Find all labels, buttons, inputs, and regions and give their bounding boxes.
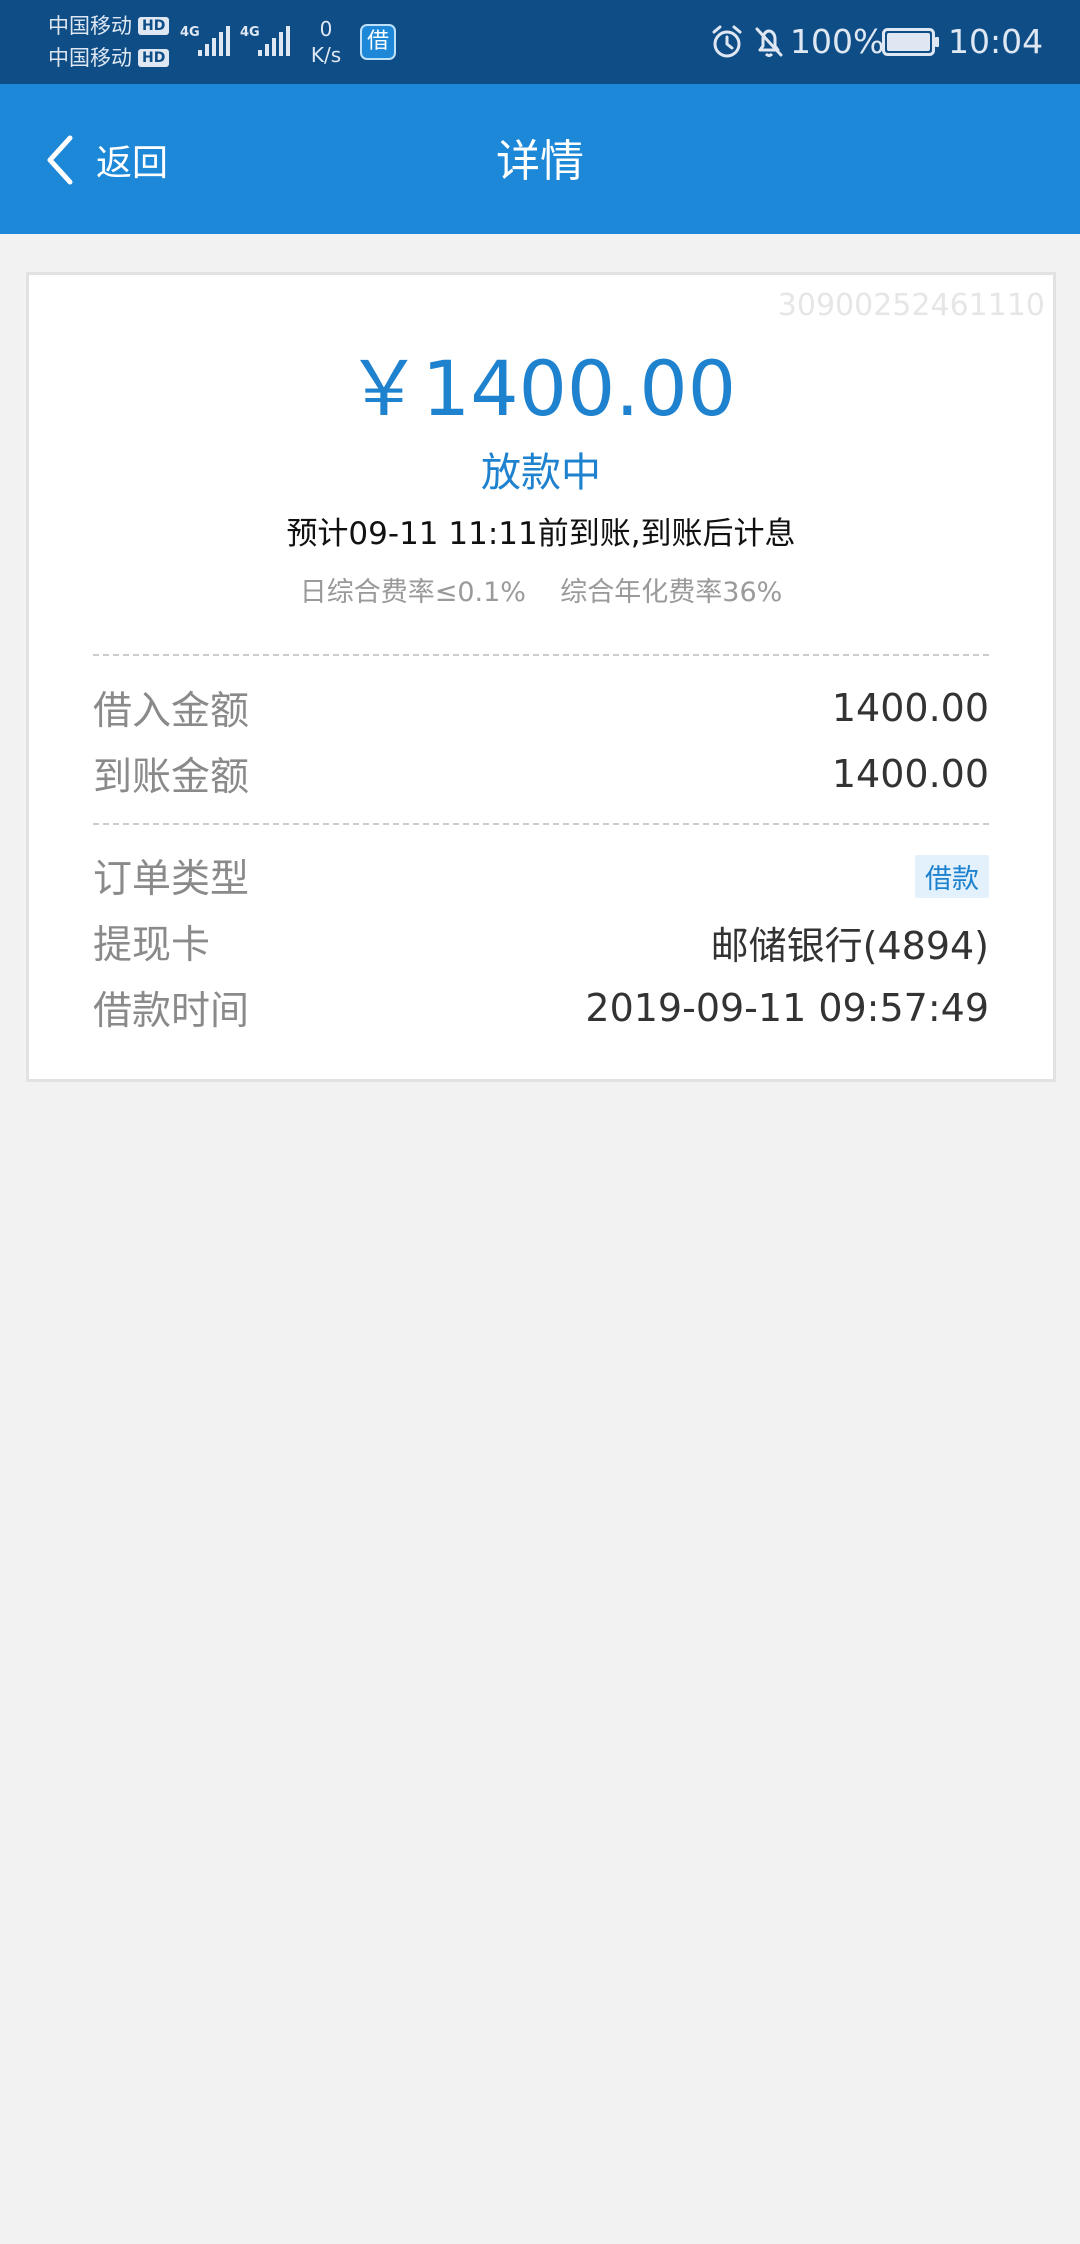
row-value: 1400.00 xyxy=(831,686,989,730)
info-row-borrowed-amount: 借入金额 1400.00 xyxy=(93,683,989,734)
net-speed-value: 0 xyxy=(319,17,333,41)
row-label: 借款时间 xyxy=(93,989,250,1034)
fee-rates: 日综合费率≤0.1% 综合年化费率36% xyxy=(299,577,783,608)
signal-icon: 4G xyxy=(180,25,230,56)
loan-detail-card: 30900252461110 ￥1400.00 放款中 预计09-11 11:1… xyxy=(26,272,1056,1082)
loan-status: 放款中 xyxy=(481,450,601,496)
battery-icon xyxy=(882,28,939,56)
row-value: 1400.00 xyxy=(831,752,989,796)
row-label: 到账金额 xyxy=(93,755,250,800)
hd-badge: HD xyxy=(138,49,170,67)
net-speed-unit: K/s xyxy=(310,43,342,67)
info-row-loan-time: 借款时间 2019-09-11 09:57:49 xyxy=(93,983,989,1034)
clock: 10:04 xyxy=(948,22,1044,61)
info-row-order-type: 订单类型 借款 xyxy=(93,851,989,902)
app-notification-badge: 借 xyxy=(360,24,396,60)
row-label: 订单类型 xyxy=(93,857,250,902)
status-bar: 中国移动 HD 中国移动 HD 4G 4G 0 K/s 借 100% 10:04 xyxy=(0,0,1080,84)
row-value: 2019-09-11 09:57:49 xyxy=(585,986,989,1030)
nav-bar: 返回 详情 xyxy=(0,84,1080,234)
order-type-tag: 借款 xyxy=(915,854,989,898)
alarm-icon xyxy=(712,25,742,58)
network-type-label: 4G xyxy=(180,25,200,40)
info-row-received-amount: 到账金额 1400.00 xyxy=(93,749,989,800)
carrier-2: 中国移动 HD xyxy=(48,46,170,70)
arrival-estimate: 预计09-11 11:11前到账,到账后计息 xyxy=(286,516,796,552)
order-number: 30900252461110 xyxy=(777,288,1045,323)
row-label: 借入金额 xyxy=(93,689,250,734)
network-type-label: 4G xyxy=(240,25,260,40)
loan-amount: ￥1400.00 xyxy=(345,344,737,433)
net-speed: 0 K/s xyxy=(306,16,346,68)
bell-off-icon xyxy=(755,27,783,57)
page-title: 详情 xyxy=(496,136,584,187)
info-row-withdraw-card: 提现卡 邮储银行(4894) xyxy=(93,917,989,968)
row-value: 邮储银行(4894) xyxy=(710,923,989,968)
carrier-1: 中国移动 HD xyxy=(48,14,170,38)
carrier-1-label: 中国移动 xyxy=(48,14,132,38)
carrier-2-label: 中国移动 xyxy=(48,46,132,70)
divider xyxy=(93,654,989,656)
row-label: 提现卡 xyxy=(93,923,211,968)
divider xyxy=(93,823,989,825)
battery-percent: 100% xyxy=(790,22,885,61)
signal-icon: 4G xyxy=(240,25,290,56)
hd-badge: HD xyxy=(138,17,170,35)
